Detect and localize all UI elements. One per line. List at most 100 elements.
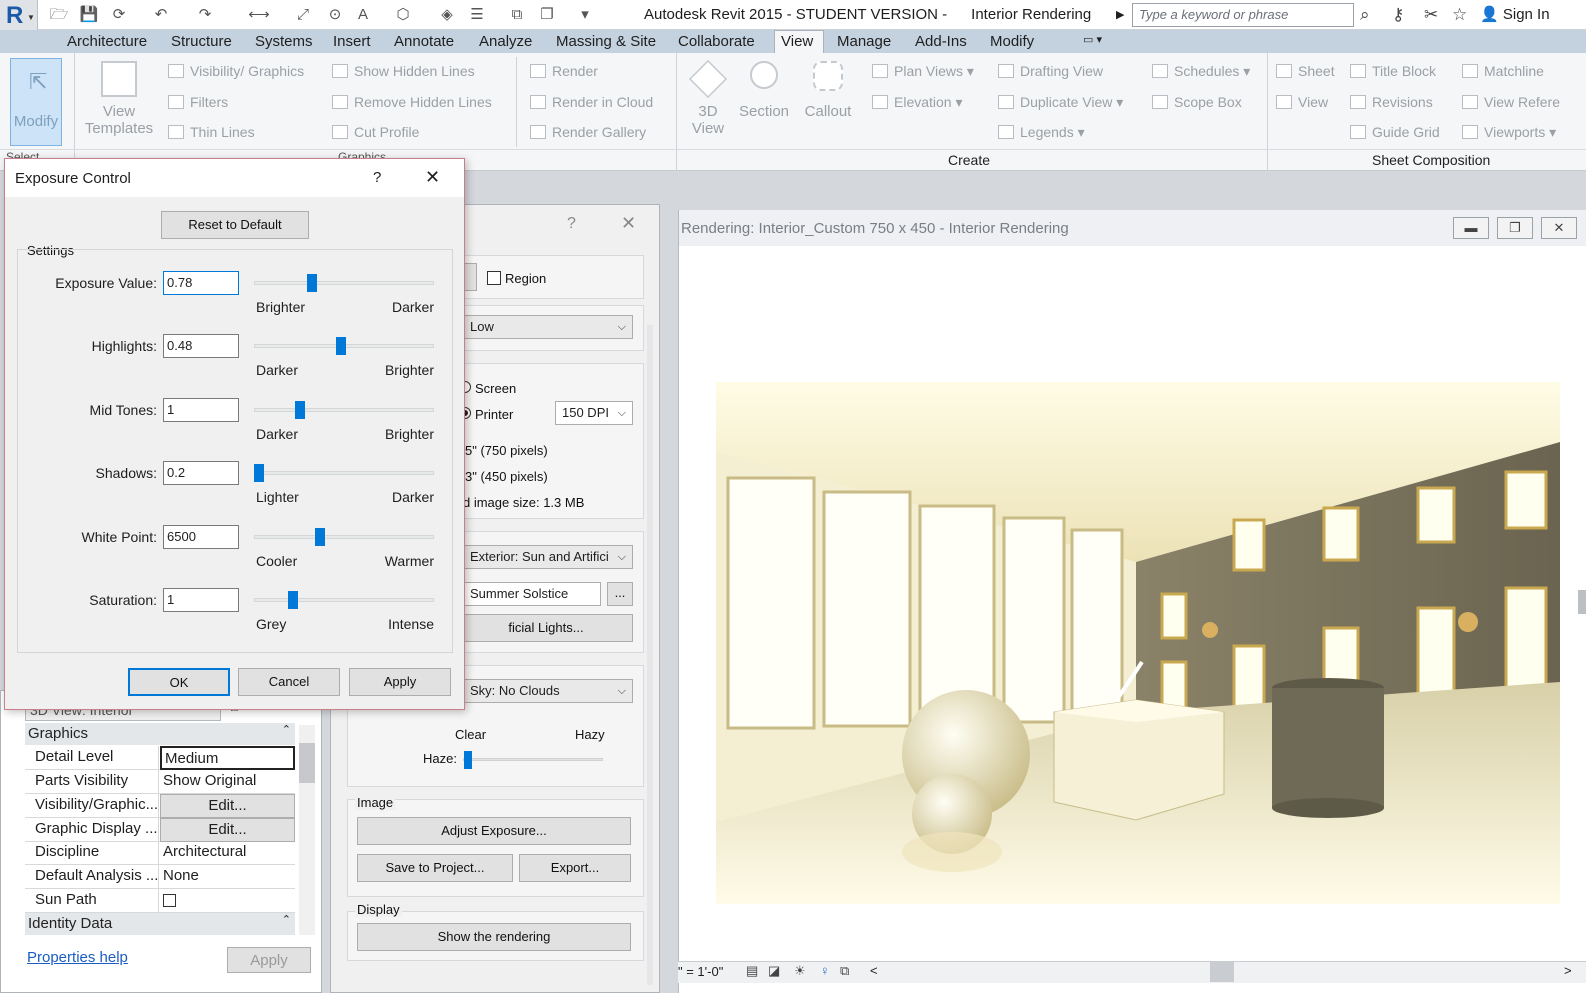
show-hidden-lines-button[interactable]: Show Hidden Lines bbox=[332, 63, 475, 79]
minimize-button[interactable]: ▬ bbox=[1453, 217, 1489, 239]
region-checkbox[interactable] bbox=[487, 271, 501, 285]
export-button[interactable]: Export... bbox=[519, 854, 631, 882]
dpi-select[interactable]: 150 DPI ⌵ bbox=[555, 401, 633, 425]
callout-button[interactable]: Callout bbox=[802, 61, 854, 120]
sun-setting-field[interactable]: Summer Solstice bbox=[463, 582, 601, 606]
saturation-slider-thumb[interactable] bbox=[288, 591, 298, 609]
viewports-button[interactable]: Viewports ▾ bbox=[1462, 124, 1556, 141]
section-button[interactable]: Section bbox=[738, 61, 790, 120]
customize-qat-icon[interactable]: ▾ bbox=[574, 4, 596, 26]
undo-icon[interactable]: ↶ bbox=[150, 4, 172, 26]
schedules-button[interactable]: Schedules ▾ bbox=[1152, 63, 1250, 80]
prop-row-sun-path[interactable]: Sun Path bbox=[25, 889, 295, 913]
elevation-button[interactable]: Elevation ▾ bbox=[872, 94, 963, 111]
identity-data-section-header[interactable]: Identity Data ⌃ bbox=[25, 913, 295, 935]
drafting-view-button[interactable]: Drafting View bbox=[998, 63, 1103, 79]
expand-search-icon[interactable]: ▶ bbox=[1116, 8, 1124, 21]
white-point-input[interactable]: 6500 bbox=[163, 524, 239, 549]
exposure-value-input[interactable]: 0.78 bbox=[163, 271, 239, 295]
crop-icon[interactable]: ⧉ bbox=[840, 963, 849, 979]
exposure-value-slider-thumb[interactable] bbox=[307, 274, 317, 292]
apply-button[interactable]: Apply bbox=[227, 947, 311, 973]
tab-annotate[interactable]: Annotate bbox=[394, 33, 454, 50]
mid-tones-input[interactable]: 1 bbox=[163, 397, 239, 422]
tab-modify[interactable]: Modify bbox=[990, 33, 1034, 50]
switch-windows-icon[interactable]: ❐ bbox=[536, 4, 558, 26]
minimize-ribbon-icon[interactable]: ▭ ▾ bbox=[1083, 33, 1102, 46]
visual-style-icon[interactable]: ◪ bbox=[768, 963, 780, 979]
vertical-scrollbar-thumb[interactable] bbox=[1578, 590, 1586, 614]
binoculars-icon[interactable]: ⌕ bbox=[1360, 5, 1370, 25]
close-button[interactable]: ✕ bbox=[621, 213, 636, 234]
tab-analyze[interactable]: Analyze bbox=[479, 33, 532, 50]
remove-hidden-lines-button[interactable]: Remove Hidden Lines bbox=[332, 94, 492, 110]
section-icon[interactable]: ◈ bbox=[436, 4, 458, 26]
sign-in-link[interactable]: 👤 Sign In bbox=[1480, 5, 1550, 23]
text-icon[interactable]: A bbox=[352, 4, 374, 26]
tag-icon[interactable]: ⊙ bbox=[324, 4, 346, 26]
saturation-input[interactable]: 1 bbox=[163, 588, 239, 612]
dimension-icon[interactable]: ⤢ bbox=[292, 4, 314, 26]
favorites-star-icon[interactable]: ☆ bbox=[1452, 5, 1467, 25]
tab-structure[interactable]: Structure bbox=[171, 33, 232, 50]
legends-button[interactable]: Legends ▾ bbox=[998, 124, 1085, 141]
render-gallery-button[interactable]: Render Gallery bbox=[530, 124, 646, 140]
thin-lines-button[interactable]: Thin Lines bbox=[168, 124, 255, 140]
thin-lines-icon[interactable]: ☰ bbox=[466, 4, 488, 26]
duplicate-view-button[interactable]: Duplicate View ▾ bbox=[998, 94, 1123, 111]
shadows-icon[interactable]: ♀ bbox=[820, 963, 830, 978]
lighting-scheme-select[interactable]: Exterior: Sun and Artifici ⌵ bbox=[463, 545, 633, 569]
quality-select[interactable]: Low ⌵ bbox=[463, 315, 633, 339]
sheet-button[interactable]: Sheet bbox=[1276, 63, 1335, 79]
highlights-slider-thumb[interactable] bbox=[336, 337, 346, 356]
prop-row-visibility-graphics[interactable]: Visibility/Graphic... Edit... bbox=[25, 794, 295, 818]
subscription-icon[interactable]: ⚷ bbox=[1392, 5, 1404, 25]
cancel-button[interactable]: Cancel bbox=[238, 668, 340, 696]
close-button[interactable]: ✕ bbox=[425, 167, 440, 188]
save-to-project-button[interactable]: Save to Project... bbox=[357, 854, 513, 882]
place-view-button[interactable]: View bbox=[1276, 94, 1328, 110]
saturation-slider-track[interactable] bbox=[254, 598, 434, 602]
tab-architecture[interactable]: Architecture bbox=[67, 33, 147, 50]
adjust-exposure-button[interactable]: Adjust Exposure... bbox=[357, 817, 631, 845]
close-window-button[interactable]: ✕ bbox=[1541, 217, 1577, 239]
matchline-button[interactable]: Matchline bbox=[1462, 63, 1544, 79]
tab-insert[interactable]: Insert bbox=[333, 33, 371, 50]
sun-path-checkbox[interactable] bbox=[163, 894, 176, 907]
haze-slider-track[interactable] bbox=[463, 751, 603, 769]
filters-button[interactable]: Filters bbox=[168, 94, 228, 110]
haze-slider-thumb[interactable] bbox=[464, 751, 472, 769]
help-button[interactable]: ? bbox=[373, 169, 381, 186]
reset-to-default-button[interactable]: Reset to Default bbox=[161, 211, 309, 239]
render-in-cloud-button[interactable]: Render in Cloud bbox=[530, 94, 653, 110]
scroll-right-icon[interactable]: > bbox=[1564, 963, 1572, 978]
highlights-input[interactable]: 0.48 bbox=[163, 334, 239, 359]
apply-button[interactable]: Apply bbox=[349, 668, 451, 696]
communication-icon[interactable]: ✂ bbox=[1424, 5, 1438, 25]
prop-row-graphic-display[interactable]: Graphic Display ... Edit... bbox=[25, 818, 295, 842]
properties-scrollbar[interactable] bbox=[299, 725, 315, 935]
white-point-slider-thumb[interactable] bbox=[315, 527, 325, 546]
tab-systems[interactable]: Systems bbox=[255, 33, 313, 50]
view-scale[interactable]: " = 1'-0" bbox=[678, 964, 723, 979]
artificial-lights-button[interactable]: ficial Lights... bbox=[459, 614, 633, 642]
close-hidden-icon[interactable]: ⧉ bbox=[506, 4, 528, 26]
scrollbar-thumb[interactable] bbox=[299, 743, 315, 783]
revisions-button[interactable]: Revisions bbox=[1350, 94, 1433, 110]
mid-tones-slider-thumb[interactable] bbox=[295, 400, 305, 419]
tab-manage[interactable]: Manage bbox=[837, 33, 891, 50]
sync-icon[interactable]: ⟳ bbox=[108, 4, 130, 26]
shadows-slider-thumb[interactable] bbox=[254, 464, 264, 483]
scroll-left-icon[interactable]: < bbox=[870, 963, 878, 978]
visibility-graphics-button[interactable]: Visibility/ Graphics bbox=[168, 63, 304, 79]
title-block-button[interactable]: Title Block bbox=[1350, 63, 1436, 79]
dialog-scrollbar[interactable] bbox=[647, 325, 653, 985]
search-input[interactable]: Type a keyword or phrase bbox=[1132, 3, 1354, 27]
ok-button[interactable]: OK bbox=[128, 668, 230, 696]
prop-row-parts-visibility[interactable]: Parts Visibility Show Original bbox=[25, 770, 295, 794]
3d-view-icon[interactable]: ⬡ bbox=[392, 4, 414, 26]
plan-views-button[interactable]: Plan Views ▾ bbox=[872, 63, 974, 80]
sun-setting-browse-button[interactable]: ... bbox=[607, 582, 633, 606]
tab-collaborate[interactable]: Collaborate bbox=[678, 33, 755, 50]
prop-row-default-analysis[interactable]: Default Analysis ... None bbox=[25, 865, 295, 889]
